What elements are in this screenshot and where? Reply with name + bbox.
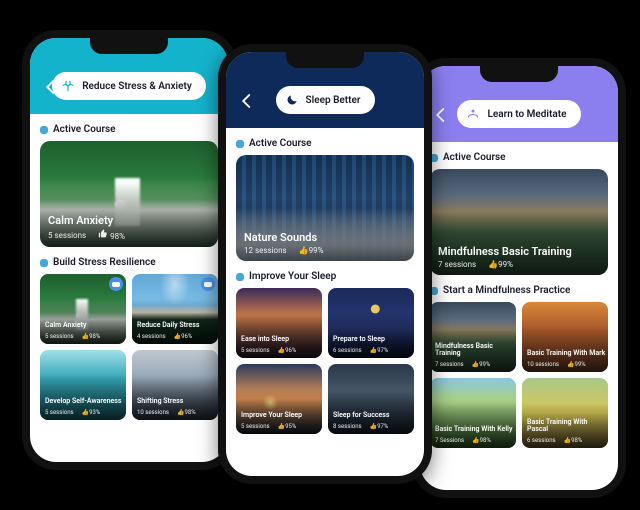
category-label: Learn to Meditate <box>487 109 566 120</box>
course-card[interactable]: Reduce Daily Stress 4 sessions👍96% <box>132 274 218 344</box>
card-title: Improve Your Sleep <box>241 412 302 420</box>
hero-sessions: 12 sessions <box>244 246 287 255</box>
section-title: Start a Mindfulness Practice <box>443 285 570 296</box>
hero-title: Nature Sounds <box>244 231 324 244</box>
palm-icon <box>60 78 76 94</box>
category-pill[interactable]: Reduce Stress & Anxiety <box>52 72 206 100</box>
notch <box>480 66 558 82</box>
screen: Learn to Meditate Active Course Mindfuln… <box>420 66 618 490</box>
badge-icon <box>201 277 215 291</box>
moon-icon <box>284 92 300 108</box>
section-header-active: Active Course <box>40 124 218 135</box>
section-header-2: Improve Your Sleep <box>236 271 414 282</box>
phone-stress: Reduce Stress & Anxiety Active Course Ca… <box>22 30 236 470</box>
notch <box>286 52 364 68</box>
hero-rating: 98% <box>98 229 125 241</box>
card-title: Shifting Stress <box>137 398 183 406</box>
card-title: Calm Anxiety <box>45 322 86 330</box>
course-card[interactable]: Calm Anxiety 5 sessions👍98% <box>40 274 126 344</box>
category-label: Reduce Stress & Anxiety <box>82 81 192 92</box>
card-title: Ease into Sleep <box>241 336 289 344</box>
course-card[interactable]: Basic Training With Pascal 6 sessions👍98… <box>522 378 608 448</box>
course-card[interactable]: Mindfulness Basic Training 7 sessions👍99… <box>430 302 516 372</box>
course-card[interactable]: Basic Training With Mark 10 sessions👍99% <box>522 302 608 372</box>
hero-sessions: 7 sessions <box>438 260 476 269</box>
course-card[interactable]: Improve Your Sleep 5 sessions👍95% <box>236 364 322 434</box>
section-header-active: Active Course <box>430 152 608 163</box>
hero-title: Calm Anxiety <box>48 214 125 227</box>
section-header-active: Active Course <box>236 138 414 149</box>
screen: Reduce Stress & Anxiety Active Course Ca… <box>30 38 228 462</box>
category-pill[interactable]: Learn to Meditate <box>457 100 580 128</box>
card-title: Sleep for Success <box>333 412 389 420</box>
section-title: Build Stress Resilience <box>53 257 156 268</box>
bullet-icon <box>40 259 48 267</box>
phone-sleep: Sleep Better Active Course Nature Sounds… <box>218 44 432 484</box>
hero-sessions: 5 sessions <box>48 231 86 240</box>
section-title: Active Course <box>53 124 116 135</box>
card-title: Basic Training With Kelly <box>435 426 512 434</box>
course-card[interactable]: Develop Self-Awareness 5 sessions👍93% <box>40 350 126 420</box>
section-header-2: Build Stress Resilience <box>40 257 218 268</box>
course-card[interactable]: Ease into Sleep 5 sessions👍96% <box>236 288 322 358</box>
card-title: Basic Training With Mark <box>527 350 605 358</box>
content: Active Course Calm Anxiety 5 sessions 98… <box>30 114 228 462</box>
hero-card[interactable]: Mindfulness Basic Training 7 sessions 👍9… <box>430 169 608 275</box>
section-title: Active Course <box>249 138 312 149</box>
hero-card[interactable]: Calm Anxiety 5 sessions 98% <box>40 141 218 247</box>
hero-text: Nature Sounds 12 sessions 👍99% <box>244 231 324 255</box>
back-button[interactable] <box>432 106 450 124</box>
badge-icon <box>109 277 123 291</box>
section-header-2: Start a Mindfulness Practice <box>430 285 608 296</box>
bullet-icon <box>40 126 48 134</box>
lotus-icon <box>465 106 481 122</box>
bullet-icon <box>236 273 244 281</box>
course-card[interactable]: Basic Training With Kelly 7 Sessions👍98% <box>430 378 516 448</box>
card-title: Mindfulness Basic Training <box>435 343 516 358</box>
hero-text: Calm Anxiety 5 sessions 98% <box>48 214 125 241</box>
course-card[interactable]: Shifting Stress 10 sessions👍98% <box>132 350 218 420</box>
section-title: Active Course <box>443 152 506 163</box>
hero-title: Mindfulness Basic Training <box>438 245 572 258</box>
content: Active Course Nature Sounds 12 sessions … <box>226 128 424 476</box>
back-button[interactable] <box>238 92 256 110</box>
content: Active Course Mindfulness Basic Training… <box>420 142 618 490</box>
course-card[interactable]: Prepare to Sleep 6 sessions👍97% <box>328 288 414 358</box>
hero-card[interactable]: Nature Sounds 12 sessions 👍99% <box>236 155 414 261</box>
course-grid: Ease into Sleep 5 sessions👍96% Prepare t… <box>236 288 414 434</box>
hero-text: Mindfulness Basic Training 7 sessions 👍9… <box>438 245 572 269</box>
notch <box>90 38 168 54</box>
card-title: Reduce Daily Stress <box>137 322 199 330</box>
bullet-icon <box>236 140 244 148</box>
section-title: Improve Your Sleep <box>249 271 336 282</box>
course-grid: Mindfulness Basic Training 7 sessions👍99… <box>430 302 608 448</box>
card-title: Prepare to Sleep <box>333 336 385 344</box>
screen: Sleep Better Active Course Nature Sounds… <box>226 52 424 476</box>
category-pill[interactable]: Sleep Better <box>276 86 375 114</box>
category-label: Sleep Better <box>306 95 361 106</box>
course-grid: Calm Anxiety 5 sessions👍98% Reduce Daily… <box>40 274 218 420</box>
phone-meditate: Learn to Meditate Active Course Mindfuln… <box>412 58 626 498</box>
card-title: Basic Training With Pascal <box>527 419 608 434</box>
back-button[interactable] <box>42 78 60 96</box>
card-title: Develop Self-Awareness <box>45 398 121 406</box>
course-card[interactable]: Sleep for Success 8 sessions👍97% <box>328 364 414 434</box>
